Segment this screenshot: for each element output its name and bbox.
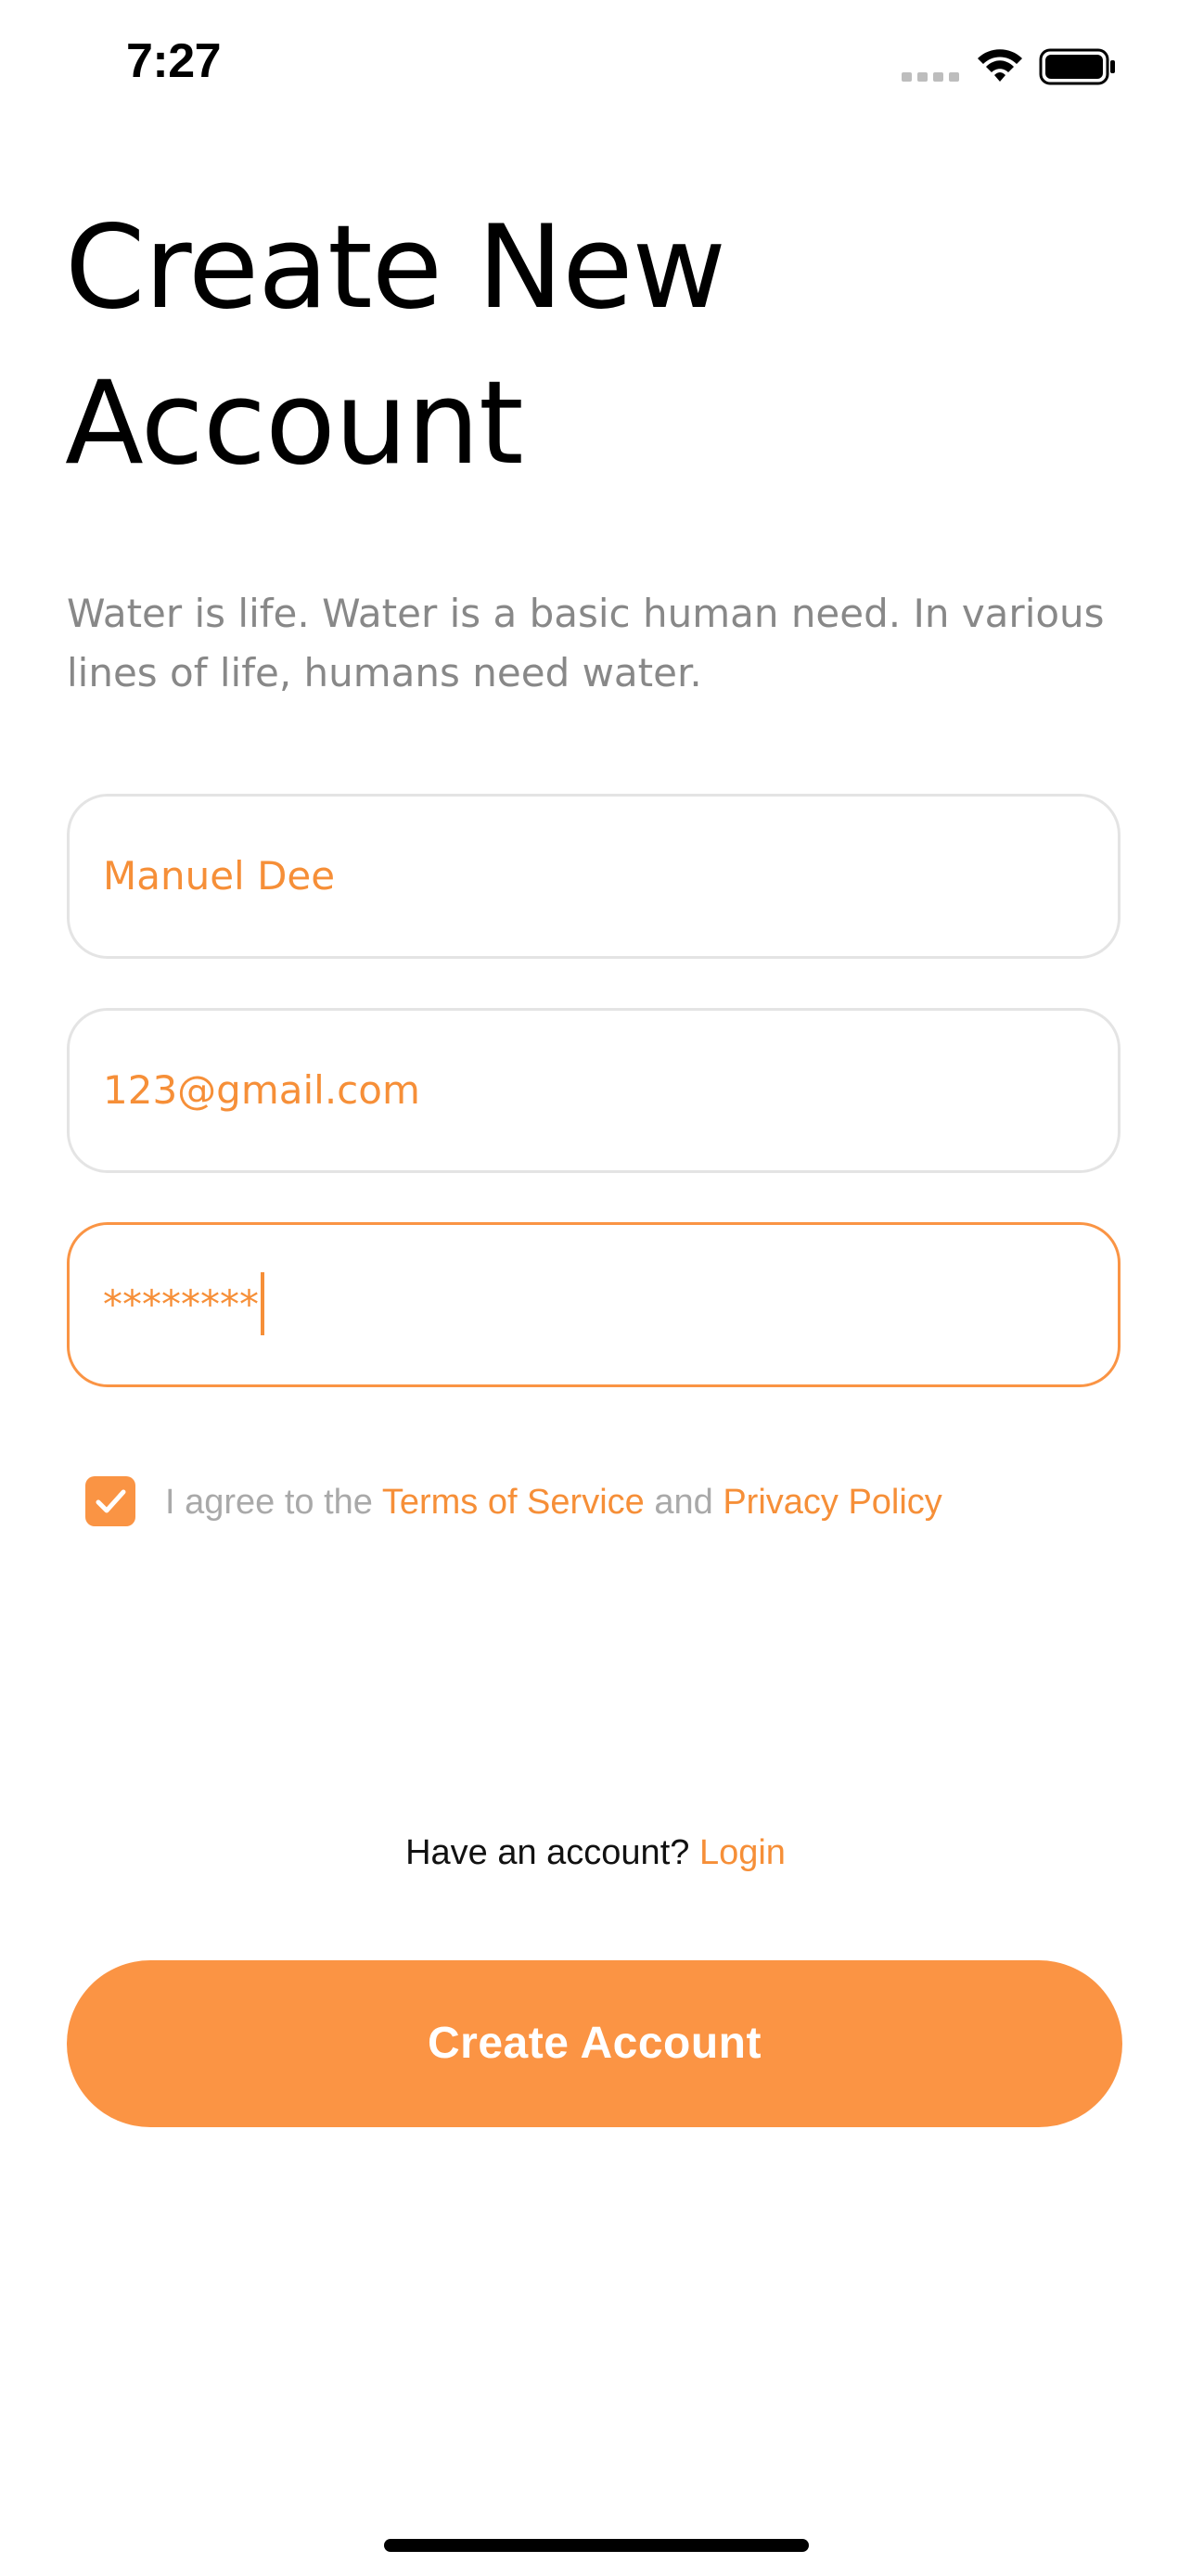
status-time: 7:27 bbox=[126, 34, 222, 88]
have-account-text: Have an account? bbox=[405, 1833, 699, 1872]
page-title-line-1: Create New bbox=[65, 201, 726, 335]
privacy-policy-link[interactable]: Privacy Policy bbox=[723, 1483, 942, 1522]
page-title-line-2: Account bbox=[65, 357, 524, 491]
password-field-content: ******** bbox=[103, 1225, 264, 1384]
agree-text: I agree to the Terms of Service and Priv… bbox=[165, 1476, 942, 1528]
login-link[interactable]: Login bbox=[699, 1833, 786, 1872]
signal-icon bbox=[902, 72, 959, 82]
password-field-value: ******** bbox=[103, 1282, 259, 1327]
agree-row: I agree to the Terms of Service and Priv… bbox=[85, 1476, 1106, 1528]
email-field-value: 123@gmail.com bbox=[103, 1067, 420, 1113]
have-account-row: Have an account? Login bbox=[0, 1825, 1191, 1881]
home-indicator bbox=[384, 2539, 809, 2552]
checkmark-icon bbox=[96, 1489, 126, 1513]
page-title: Create New Account bbox=[65, 190, 1085, 502]
name-field[interactable]: Manuel Dee bbox=[67, 794, 1121, 959]
agree-middle: and bbox=[644, 1483, 724, 1522]
page-subtitle: Water is life. Water is a basic human ne… bbox=[67, 591, 1105, 695]
agree-prefix: I agree to the bbox=[165, 1483, 382, 1522]
create-account-button[interactable]: Create Account bbox=[67, 1960, 1122, 2127]
battery-icon bbox=[1039, 48, 1115, 85]
email-field[interactable]: 123@gmail.com bbox=[67, 1008, 1121, 1173]
agree-checkbox[interactable] bbox=[85, 1476, 135, 1526]
status-bar: 7:27 bbox=[0, 0, 1191, 139]
name-field-value: Manuel Dee bbox=[103, 853, 336, 899]
terms-of-service-link[interactable]: Terms of Service bbox=[382, 1483, 645, 1522]
password-field[interactable]: ******** bbox=[67, 1222, 1121, 1387]
wifi-icon bbox=[978, 49, 1022, 82]
text-caret bbox=[261, 1271, 264, 1335]
